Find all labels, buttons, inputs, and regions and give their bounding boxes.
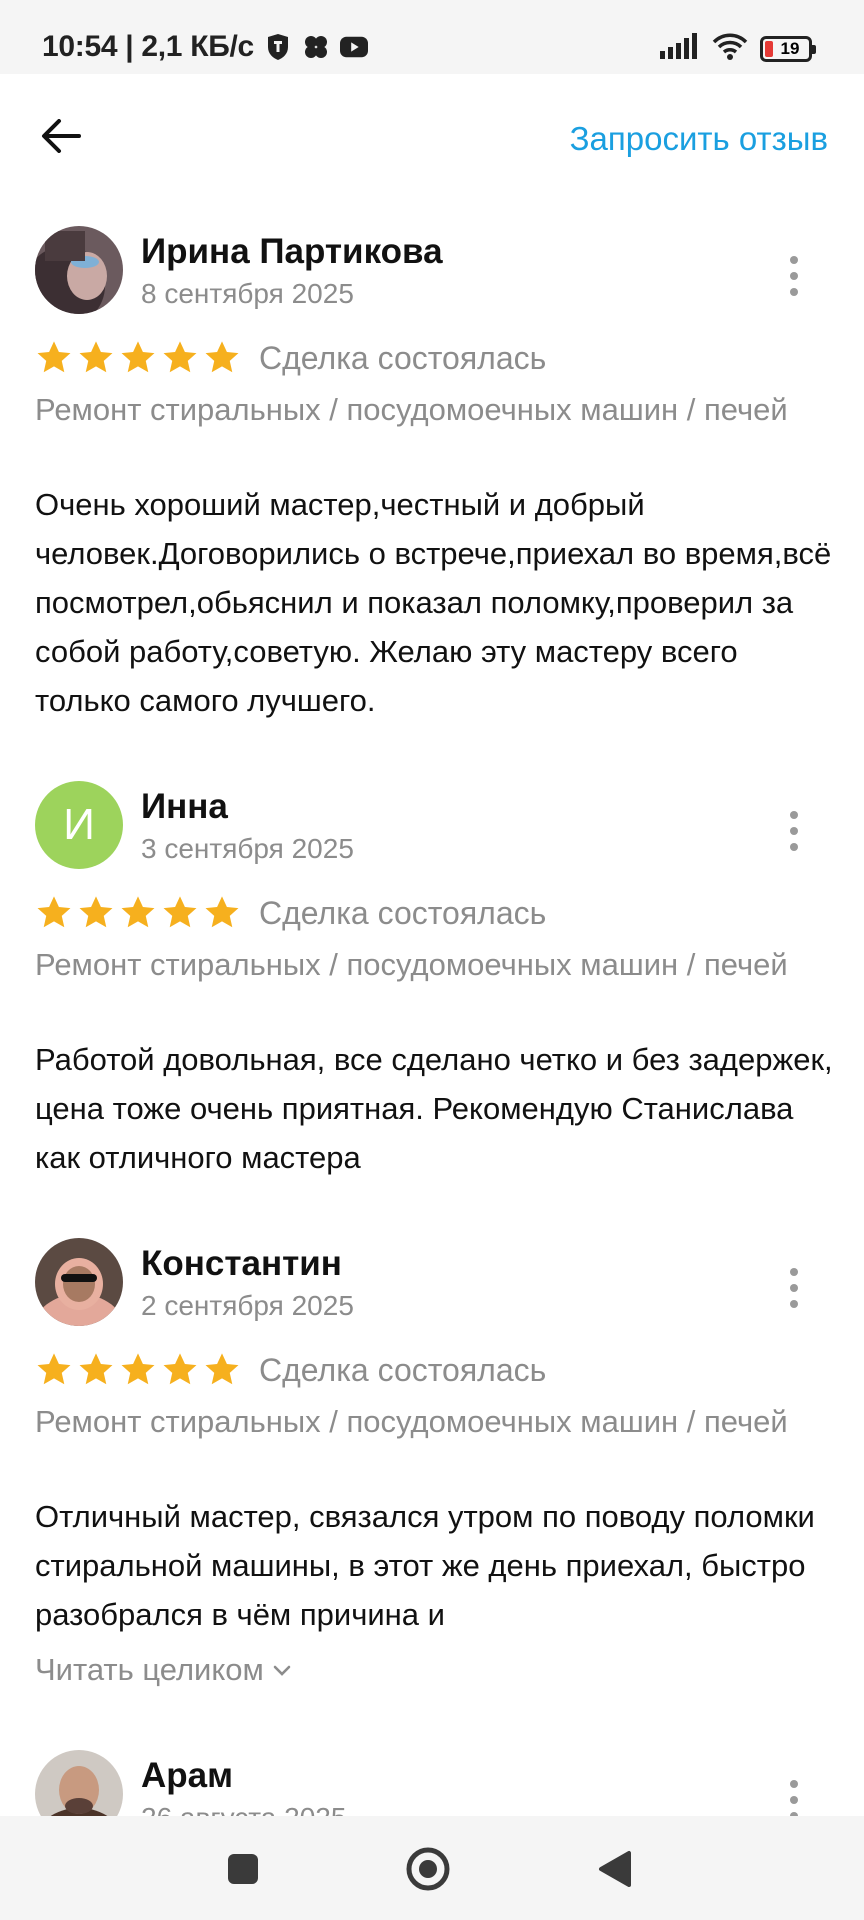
star-icon bbox=[163, 896, 197, 928]
dot bbox=[790, 256, 798, 264]
rating-row: Сделка состоялась bbox=[35, 893, 546, 933]
more-options-button[interactable] bbox=[784, 1268, 804, 1308]
author-name[interactable]: Константин bbox=[141, 1244, 342, 1284]
review-card: Ирина Партикова 8 сентября 2025 Сделка с… bbox=[0, 226, 864, 746]
dot bbox=[790, 1300, 798, 1308]
recents-button[interactable] bbox=[220, 1846, 266, 1892]
dot bbox=[790, 827, 798, 835]
star-icon bbox=[163, 341, 197, 373]
review-text: Работой довольная, все сделано четко и б… bbox=[35, 1042, 833, 1175]
status-left: 10:54 | 2,1 КБ/с bbox=[42, 30, 368, 64]
system-nav-bar bbox=[0, 1816, 864, 1920]
star-rating bbox=[35, 339, 241, 377]
deal-status: Сделка состоялась bbox=[259, 339, 547, 376]
deal-status: Сделка состоялась bbox=[259, 894, 547, 931]
wifi-icon bbox=[712, 32, 748, 65]
read-more-label: Читать целиком bbox=[35, 1652, 264, 1687]
service-category: Ремонт стиральных / посудомоечных машин … bbox=[35, 1404, 788, 1439]
star-icon bbox=[121, 341, 155, 373]
review-date: 26 августа 2025 bbox=[141, 1802, 346, 1816]
circle-icon bbox=[406, 1847, 450, 1891]
review-date: 2 сентября 2025 bbox=[141, 1290, 354, 1321]
flower-icon bbox=[302, 34, 330, 60]
star-icon bbox=[205, 896, 239, 928]
more-options-button[interactable] bbox=[784, 256, 804, 296]
star-icon bbox=[121, 1353, 155, 1385]
back-nav-button[interactable] bbox=[592, 1846, 638, 1892]
author-name[interactable]: Ирина Партикова bbox=[141, 232, 443, 272]
read-more-link[interactable]: Читать целиком bbox=[35, 1652, 292, 1688]
dot bbox=[790, 1780, 798, 1788]
review-date: 3 сентября 2025 bbox=[141, 833, 354, 864]
star-icon bbox=[37, 341, 71, 373]
review-card: Константин 2 сентября 2025 Сделка состоя… bbox=[0, 1238, 864, 1698]
dot bbox=[790, 843, 798, 851]
dot bbox=[790, 1268, 798, 1276]
back-button[interactable] bbox=[36, 114, 86, 158]
home-button[interactable] bbox=[405, 1846, 451, 1892]
status-bar: 10:54 | 2,1 КБ/с 19 bbox=[0, 0, 864, 74]
status-time: 10:54 | 2,1 КБ/с bbox=[42, 30, 254, 63]
review-card: Арам 26 августа 2025 bbox=[0, 1750, 864, 1816]
avatar[interactable] bbox=[35, 1750, 123, 1816]
more-options-button[interactable] bbox=[784, 811, 804, 851]
star-icon bbox=[37, 896, 71, 928]
dot bbox=[790, 272, 798, 280]
service-category: Ремонт стиральных / посудомоечных машин … bbox=[35, 392, 788, 427]
star-icon bbox=[79, 896, 113, 928]
review-text: Отличный мастер, связался утром по повод… bbox=[35, 1499, 815, 1632]
triangle-back-icon bbox=[599, 1851, 631, 1887]
star-icon bbox=[79, 341, 113, 373]
status-right: 19 bbox=[660, 32, 816, 65]
avatar[interactable] bbox=[35, 226, 123, 314]
author-name[interactable]: Арам bbox=[141, 1756, 233, 1796]
dot bbox=[790, 811, 798, 819]
deal-status: Сделка состоялась bbox=[259, 1351, 547, 1388]
app-header: Запросить отзыв bbox=[0, 74, 864, 198]
dot bbox=[790, 1796, 798, 1804]
battery-level: 19 bbox=[780, 38, 800, 58]
signal-icon bbox=[660, 33, 700, 64]
shield-icon bbox=[264, 34, 292, 60]
more-options-button[interactable] bbox=[784, 1780, 804, 1816]
chevron-down-icon bbox=[273, 1665, 291, 1676]
square-icon bbox=[228, 1854, 258, 1884]
star-icon bbox=[37, 1353, 71, 1385]
rating-row: Сделка состоялась bbox=[35, 1350, 546, 1390]
arrow-left-icon bbox=[42, 119, 81, 153]
star-rating bbox=[35, 894, 241, 932]
avatar[interactable]: И bbox=[35, 781, 123, 869]
service-category: Ремонт стиральных / посудомоечных машин … bbox=[35, 947, 788, 982]
review-card: И Инна 3 сентября 2025 Сделка состоялась… bbox=[0, 781, 864, 1201]
dot bbox=[790, 288, 798, 296]
star-icon bbox=[79, 1353, 113, 1385]
star-icon bbox=[163, 1353, 197, 1385]
review-text: Очень хороший мастер,честный и добрый че… bbox=[35, 487, 832, 718]
request-review-button[interactable]: Запросить отзыв bbox=[570, 120, 828, 158]
star-icon bbox=[121, 896, 155, 928]
rating-row: Сделка состоялась bbox=[35, 338, 546, 378]
review-date: 8 сентября 2025 bbox=[141, 278, 354, 309]
author-name[interactable]: Инна bbox=[141, 787, 228, 827]
star-icon bbox=[205, 1353, 239, 1385]
dot bbox=[790, 1284, 798, 1292]
battery-icon: 19 bbox=[760, 35, 816, 62]
avatar[interactable] bbox=[35, 1238, 123, 1326]
star-rating bbox=[35, 1351, 241, 1389]
youtube-icon bbox=[339, 34, 368, 60]
star-icon bbox=[205, 341, 239, 373]
